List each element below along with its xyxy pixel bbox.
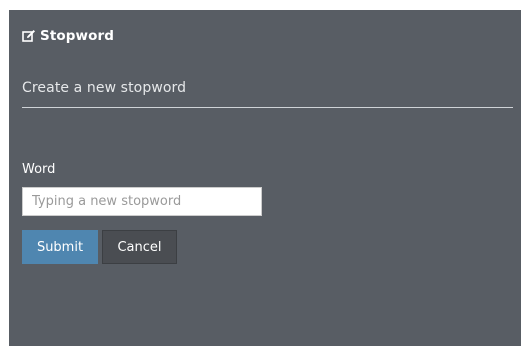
panel-title: Stopword [40,28,114,44]
word-label: Word [22,162,56,177]
panel-header: Stopword [22,27,114,45]
cancel-button[interactable]: Cancel [102,230,177,264]
stopword-panel: Stopword Create a new stopword Word Subm… [9,10,521,346]
form-heading: Create a new stopword [22,80,187,96]
heading-divider [22,107,513,108]
submit-button[interactable]: Submit [22,230,98,264]
word-input[interactable] [22,187,262,216]
edit-icon [22,29,36,43]
